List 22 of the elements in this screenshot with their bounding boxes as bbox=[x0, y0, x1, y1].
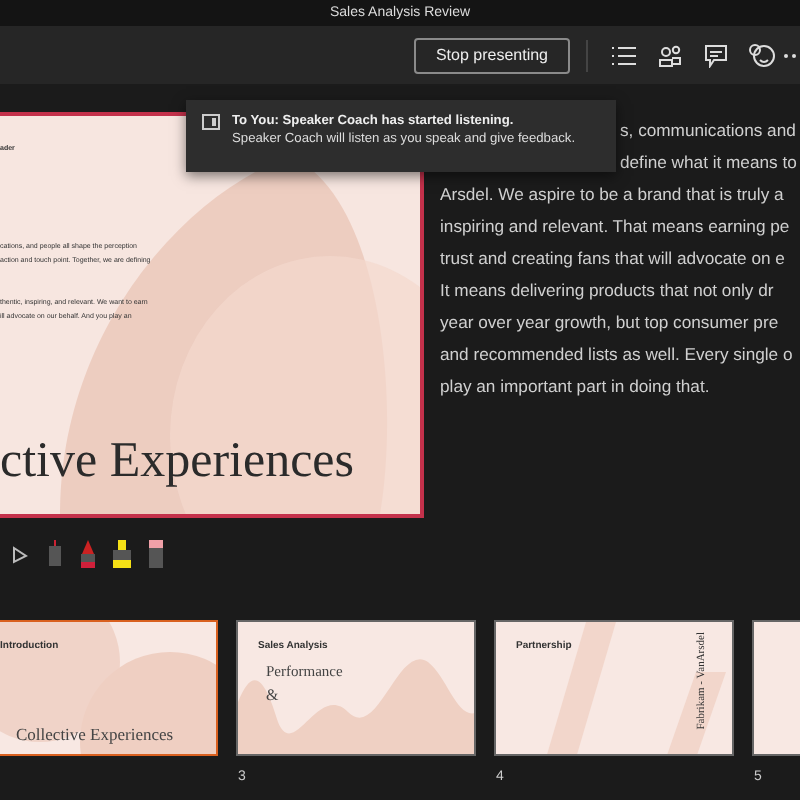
speaker-notes-line: play an important part in doing that. bbox=[440, 374, 710, 400]
speaker-notes-line: Arsdel. We aspire to be a brand that is truly a bbox=[440, 182, 784, 208]
pen-icon bbox=[80, 540, 96, 568]
stop-presenting-button[interactable]: Stop presenting bbox=[413, 37, 570, 73]
speaker-notes-line: inspiring and relevant. That means earning pe bbox=[440, 214, 790, 240]
speaker-notes-line: s, communications and bbox=[620, 118, 796, 144]
speaker-notes-line: trust and creating fans that will advocate on e bbox=[440, 246, 785, 272]
ampersand-text: & bbox=[266, 686, 279, 704]
highlighter-icon bbox=[112, 540, 132, 568]
highlighter-button[interactable] bbox=[110, 538, 134, 570]
slide-heading: ctive Experiences bbox=[0, 434, 356, 490]
pen-icon bbox=[47, 540, 61, 568]
eraser-icon bbox=[148, 540, 164, 568]
speaker-coach-icon bbox=[202, 114, 220, 130]
speaker-notes-line: and recommended lists as well. Every single o bbox=[440, 342, 793, 368]
speaker-notes-line: year over year growth, but top consumer pre bbox=[440, 310, 779, 336]
speaker-notes-line: It means delivering products that not only dr bbox=[440, 278, 774, 304]
pointer-icon bbox=[12, 545, 28, 563]
speaker-notes-line: define what it means to bbox=[620, 150, 797, 176]
pen-button[interactable] bbox=[76, 538, 100, 570]
thumbnail-title: Collective Experiences bbox=[16, 724, 174, 744]
eraser-button[interactable] bbox=[144, 538, 168, 570]
